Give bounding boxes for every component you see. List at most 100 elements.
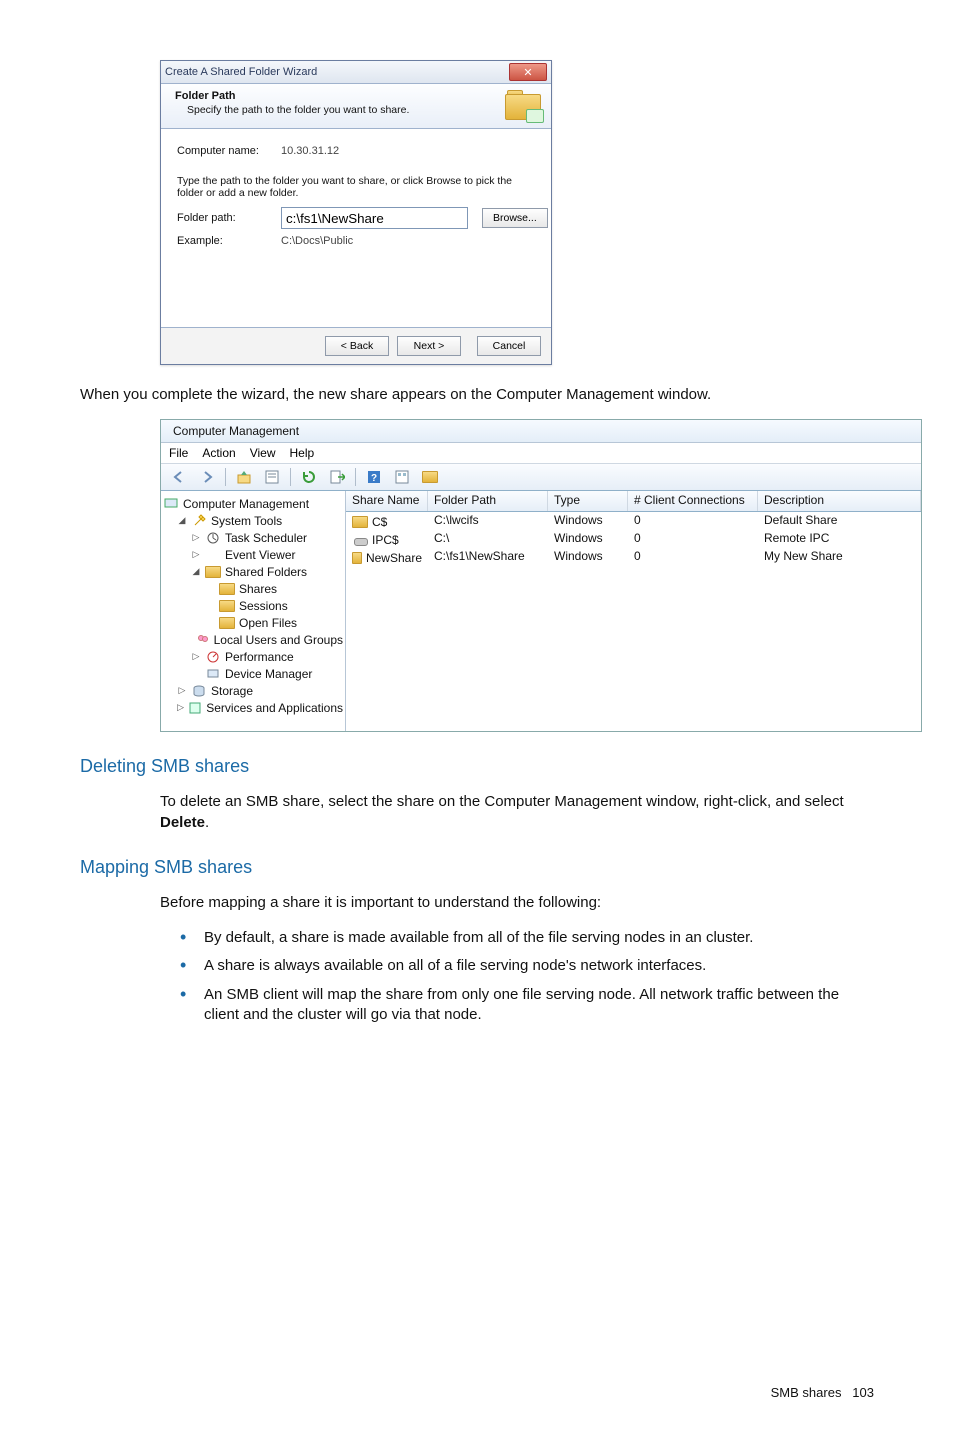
wizard-titlebar: Create A Shared Folder Wizard ✕ xyxy=(161,61,551,84)
expand-icon[interactable]: ▷ xyxy=(191,532,201,543)
tree-label: Shares xyxy=(239,582,277,596)
heading-deleting: Deleting SMB shares xyxy=(80,756,874,777)
tree-shared-folders[interactable]: ◢ Shared Folders xyxy=(163,563,343,580)
mgmt-titlebar: Computer Management xyxy=(161,420,921,443)
col-type[interactable]: Type xyxy=(548,491,628,511)
help-icon[interactable]: ? xyxy=(362,466,386,488)
browse-button[interactable]: Browse... xyxy=(482,208,548,228)
tree-performance[interactable]: ▷ Performance xyxy=(163,648,343,665)
close-icon: ✕ xyxy=(523,66,532,79)
cancel-button[interactable]: Cancel xyxy=(477,336,541,356)
view-mode-icon[interactable] xyxy=(390,466,414,488)
list-item: A share is always available on all of a … xyxy=(180,956,874,976)
cell-conn: 0 xyxy=(628,512,758,530)
wizard-header: Folder Path Specify the path to the fold… xyxy=(161,84,551,129)
collapse-icon[interactable]: ◢ xyxy=(191,566,201,577)
tree-label: Services and Applications xyxy=(206,701,343,715)
cell-share: C$ xyxy=(372,515,387,529)
col-description[interactable]: Description xyxy=(758,491,921,511)
nav-forward-icon[interactable] xyxy=(195,466,219,488)
table-row[interactable]: C$ C:\lwcifs Windows 0 Default Share xyxy=(346,512,921,530)
share-icon xyxy=(219,583,235,595)
tree-open-files[interactable]: Open Files xyxy=(163,614,343,631)
tree-label: Performance xyxy=(225,650,294,664)
wizard-header-title: Folder Path xyxy=(175,90,409,102)
cell-desc: Remote IPC xyxy=(758,530,921,548)
cell-path: C:\ xyxy=(428,530,548,548)
export-icon[interactable] xyxy=(325,466,349,488)
example-label: Example: xyxy=(177,235,267,247)
up-folder-icon[interactable] xyxy=(232,466,256,488)
cell-type: Windows xyxy=(548,548,628,566)
col-share-name[interactable]: Share Name xyxy=(346,491,428,511)
menu-view[interactable]: View xyxy=(250,446,276,460)
menu-help[interactable]: Help xyxy=(290,446,315,460)
menu-file[interactable]: File xyxy=(169,446,188,460)
text: . xyxy=(205,814,209,831)
properties-icon[interactable] xyxy=(260,466,284,488)
tree-label: Open Files xyxy=(239,616,297,630)
performance-icon xyxy=(205,650,221,664)
refresh-icon[interactable] xyxy=(297,466,321,488)
services-icon xyxy=(188,701,202,715)
cell-path: C:\lwcifs xyxy=(428,512,548,530)
tree-label: Device Manager xyxy=(225,667,312,681)
share-icon xyxy=(352,552,362,564)
para-after-wizard: When you complete the wizard, the new sh… xyxy=(80,385,874,405)
new-share-icon[interactable] xyxy=(418,466,442,488)
folder-path-label: Folder path: xyxy=(177,212,267,224)
wizard-header-sub: Specify the path to the folder you want … xyxy=(187,104,409,116)
mgmt-menubar: File Action View Help xyxy=(161,443,921,464)
col-folder-path[interactable]: Folder Path xyxy=(428,491,548,511)
tree-storage[interactable]: ▷ Storage xyxy=(163,682,343,699)
next-button[interactable]: Next > xyxy=(397,336,461,356)
expand-icon[interactable]: ▷ xyxy=(191,651,201,662)
computer-name-label: Computer name: xyxy=(177,145,267,157)
tools-icon xyxy=(191,514,207,528)
tree-shares[interactable]: Shares xyxy=(163,580,343,597)
tree-label: Sessions xyxy=(239,599,288,613)
cell-desc: Default Share xyxy=(758,512,921,530)
back-button[interactable]: < Back xyxy=(325,336,389,356)
mgmt-title-text: Computer Management xyxy=(173,424,299,438)
footer-page: 103 xyxy=(852,1385,874,1400)
expand-icon[interactable]: ▷ xyxy=(177,702,184,713)
share-icon xyxy=(219,600,235,612)
wizard-dialog: Create A Shared Folder Wizard ✕ Folder P… xyxy=(160,60,552,365)
cell-share: NewShare xyxy=(366,551,422,565)
nav-back-icon[interactable] xyxy=(167,466,191,488)
clock-icon xyxy=(205,531,221,545)
menu-action[interactable]: Action xyxy=(202,446,235,460)
tree-root[interactable]: Computer Management xyxy=(163,495,343,512)
tree-system-tools[interactable]: ◢ System Tools xyxy=(163,512,343,529)
example-value: C:\Docs\Public xyxy=(281,235,353,247)
tree-services[interactable]: ▷ Services and Applications xyxy=(163,699,343,716)
cell-type: Windows xyxy=(548,512,628,530)
text-bold: Delete xyxy=(160,814,205,831)
mgmt-tree: Computer Management ◢ System Tools ▷ Tas… xyxy=(161,491,346,731)
shares-grid: Share Name Folder Path Type # Client Con… xyxy=(346,491,921,731)
col-connections[interactable]: # Client Connections xyxy=(628,491,758,511)
storage-icon xyxy=(191,684,207,698)
expand-icon[interactable]: ▷ xyxy=(177,685,187,696)
tree-sessions[interactable]: Sessions xyxy=(163,597,343,614)
list-item: An SMB client will map the share from on… xyxy=(180,985,874,1026)
table-row[interactable]: IPC$ C:\ Windows 0 Remote IPC xyxy=(346,530,921,548)
mgmt-toolbar: ? xyxy=(161,464,921,491)
tree-label: System Tools xyxy=(211,514,282,528)
table-row[interactable]: NewShare C:\fs1\NewShare Windows 0 My Ne… xyxy=(346,548,921,566)
close-button[interactable]: ✕ xyxy=(509,63,547,81)
folder-path-input[interactable] xyxy=(281,207,468,229)
tree-root-label: Computer Management xyxy=(183,497,309,511)
folder-share-icon xyxy=(505,90,541,120)
collapse-icon[interactable]: ◢ xyxy=(177,515,187,526)
tree-task-scheduler[interactable]: ▷ Task Scheduler xyxy=(163,529,343,546)
expand-icon[interactable]: ▷ xyxy=(191,549,201,560)
cell-conn: 0 xyxy=(628,548,758,566)
tree-local-users[interactable]: Local Users and Groups xyxy=(163,631,343,648)
share-icon xyxy=(352,516,368,528)
tree-device-manager[interactable]: Device Manager xyxy=(163,665,343,682)
tree-label: Local Users and Groups xyxy=(214,633,343,647)
tree-event-viewer[interactable]: ▷ Event Viewer xyxy=(163,546,343,563)
text: To delete an SMB share, select the share… xyxy=(160,793,844,810)
